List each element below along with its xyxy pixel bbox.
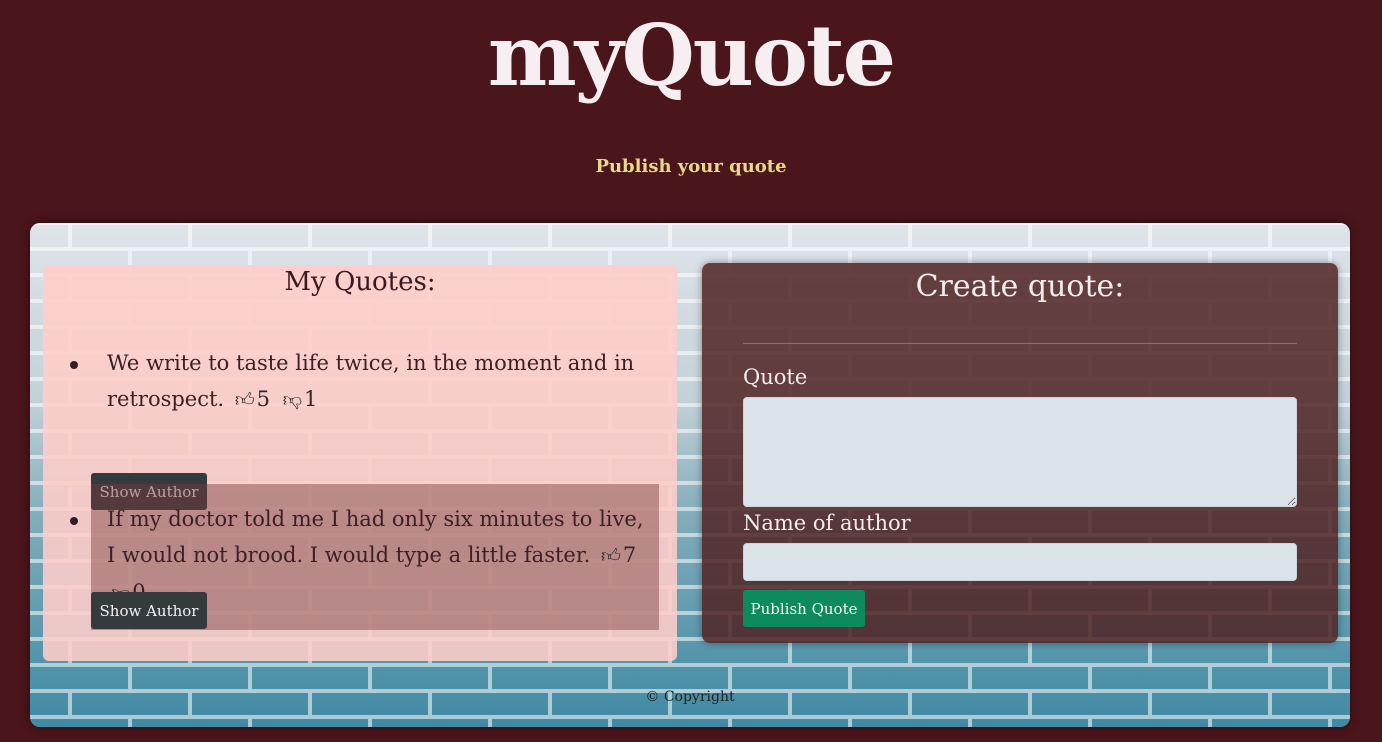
author-input[interactable] — [743, 543, 1297, 581]
my-quotes-panel: My Quotes: We write to taste life twice,… — [43, 265, 677, 661]
author-field-label: Name of author — [743, 511, 911, 535]
thumbs-up-icon[interactable]: 👍︎ — [235, 382, 255, 418]
logo: myQuote — [487, 6, 896, 105]
likes-count: 5 — [256, 387, 271, 411]
tagline: Publish your quote — [595, 156, 787, 177]
publish-quote-button[interactable]: Publish Quote — [743, 590, 865, 627]
list-bullet — [70, 517, 78, 525]
thumbs-down-icon[interactable]: 👎︎ — [283, 382, 302, 418]
quote-textarea[interactable] — [743, 397, 1297, 507]
quote-text: If my doctor told me I had only six minu… — [107, 507, 644, 567]
quote-list-item: We write to taste life twice, in the mom… — [70, 339, 659, 510]
my-quotes-title: My Quotes: — [284, 267, 436, 297]
thumbs-up-icon[interactable]: 👍︎ — [601, 538, 621, 574]
create-quote-title: Create quote: — [915, 269, 1125, 304]
likes-count: 7 — [622, 543, 637, 567]
main-content: My Quotes: We write to taste life twice,… — [30, 223, 1350, 727]
quote-field-label: Quote — [743, 365, 808, 389]
quote-list-item: If my doctor told me I had only six minu… — [70, 484, 659, 630]
divider — [743, 343, 1297, 344]
quote-text-block: We write to taste life twice, in the mom… — [107, 345, 655, 418]
page-header: myQuote Publish your quote — [0, 0, 1382, 220]
show-author-button[interactable]: Show Author — [91, 592, 207, 629]
list-bullet — [70, 361, 78, 369]
quote-text: We write to taste life twice, in the mom… — [107, 351, 635, 411]
create-quote-panel: Create quote: Quote Name of author Publi… — [702, 263, 1338, 643]
footer-copyright: © Copyright — [645, 689, 735, 705]
dislikes-count: 1 — [304, 387, 318, 411]
